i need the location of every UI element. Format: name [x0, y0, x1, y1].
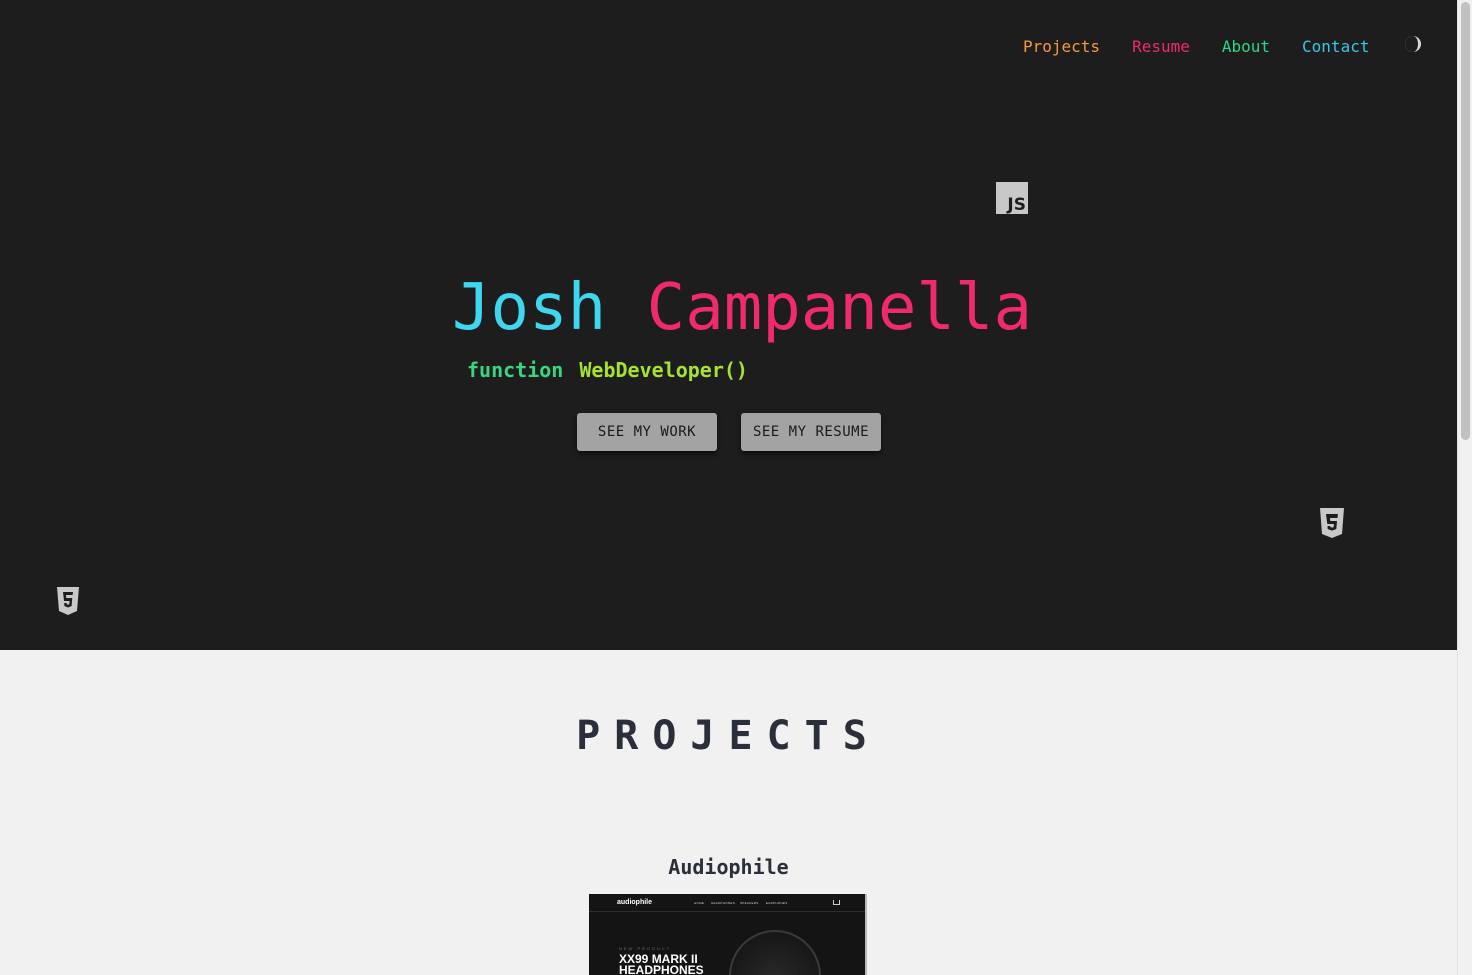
html5-icon [57, 587, 79, 615]
project-title: Audiophile [668, 855, 789, 879]
hero-subtitle: function WebDeveloper() [467, 358, 748, 382]
preview-cart-icon [833, 900, 840, 905]
preview-logo: audiophile [617, 899, 652, 906]
preview-divider [589, 911, 865, 912]
preview-headphones-image [729, 930, 821, 975]
nav-link-about[interactable]: About [1222, 37, 1270, 56]
js-icon: JS [996, 182, 1028, 214]
hero-name: Josh Campanella [452, 268, 1032, 348]
hero-first-name: Josh [452, 271, 607, 345]
scrollbar-thumb[interactable] [1461, 2, 1470, 440]
preview-headline: XX99 MARK II HEADPHONES [619, 952, 704, 975]
preview-nav-item: EARPHONES [766, 901, 788, 905]
preview-nav-item: HOME [694, 901, 705, 905]
see-my-resume-button[interactable]: SEE MY RESUME [741, 413, 881, 451]
preview-nav-item: SPEAKERS [740, 901, 759, 905]
subtitle-function-name: WebDeveloper() [579, 358, 748, 382]
nav-link-projects[interactable]: Projects [1023, 37, 1100, 56]
preview-nav-item: HEADPHONES [711, 901, 736, 905]
main-nav: Projects Resume About Contact [1023, 36, 1401, 56]
half-moon-icon [1405, 36, 1421, 52]
see-my-work-button[interactable]: SEE MY WORK [577, 413, 717, 451]
nav-link-contact[interactable]: Contact [1302, 37, 1369, 56]
nav-link-resume[interactable]: Resume [1132, 37, 1190, 56]
projects-heading: PROJECTS [576, 713, 881, 759]
project-preview-image[interactable]: audiophile HOME HEADPHONES SPEAKERS EARP… [589, 894, 867, 975]
subtitle-keyword: function [467, 358, 564, 382]
theme-toggle-button[interactable] [1404, 35, 1422, 53]
preview-eyebrow: NEW PRODUCT [619, 946, 672, 951]
css3-icon [1320, 508, 1344, 538]
page-scrollbar[interactable] [1457, 0, 1472, 975]
hero-last-name: Campanella [646, 271, 1032, 345]
